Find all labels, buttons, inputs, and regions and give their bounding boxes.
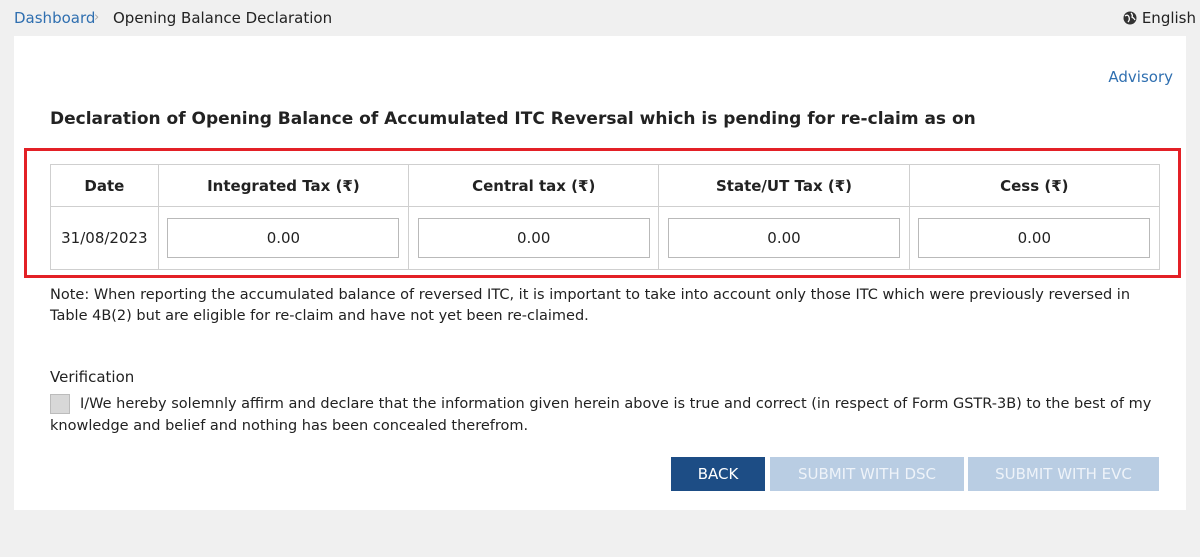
cess-input[interactable] bbox=[918, 218, 1151, 258]
page-footer-area bbox=[0, 510, 1200, 557]
page-heading: Declaration of Opening Balance of Accumu… bbox=[50, 109, 976, 129]
breadcrumb-separator-icon: › bbox=[94, 10, 100, 25]
submit-with-evc-button[interactable]: SUBMIT WITH EVC bbox=[968, 457, 1159, 491]
back-button[interactable]: BACK bbox=[671, 457, 765, 491]
note-text: Note: When reporting the accumulated bal… bbox=[50, 287, 1131, 324]
column-header-integrated-tax: Integrated Tax (₹) bbox=[157, 164, 410, 207]
submit-with-dsc-button[interactable]: SUBMIT WITH DSC bbox=[770, 457, 964, 491]
top-bar: Dashboard › Opening Balance Declaration … bbox=[0, 0, 1200, 36]
integrated-tax-input[interactable] bbox=[167, 218, 400, 258]
language-label: English bbox=[1141, 9, 1196, 27]
affirmation-text: I/We hereby solemnly affirm and declare … bbox=[50, 396, 1152, 434]
column-header-date: Date bbox=[50, 164, 159, 207]
verification-checkbox[interactable] bbox=[50, 394, 70, 414]
state-ut-tax-input[interactable] bbox=[668, 218, 900, 258]
central-tax-input[interactable] bbox=[417, 218, 650, 258]
breadcrumb-dashboard-link[interactable]: Dashboard bbox=[14, 9, 95, 27]
date-cell: 31/08/2023 bbox=[50, 206, 159, 270]
column-header-state-ut-tax: State/UT Tax (₹) bbox=[658, 164, 910, 207]
breadcrumb-current-page: Opening Balance Declaration bbox=[113, 9, 333, 27]
language-selector[interactable]: English bbox=[1123, 9, 1196, 27]
column-header-central-tax: Central tax (₹) bbox=[408, 164, 660, 207]
table-header-row: Date Integrated Tax (₹) Central tax (₹) … bbox=[50, 164, 1161, 207]
column-header-cess: Cess (₹) bbox=[908, 164, 1161, 207]
advisory-link[interactable]: Advisory bbox=[1108, 68, 1173, 86]
scrollbar[interactable] bbox=[1186, 36, 1200, 510]
opening-balance-table: Date Integrated Tax (₹) Central tax (₹) … bbox=[50, 164, 1161, 270]
verification-label: Verification bbox=[50, 368, 135, 386]
table-row: 31/08/2023 bbox=[50, 206, 1161, 270]
globe-icon bbox=[1123, 11, 1137, 25]
